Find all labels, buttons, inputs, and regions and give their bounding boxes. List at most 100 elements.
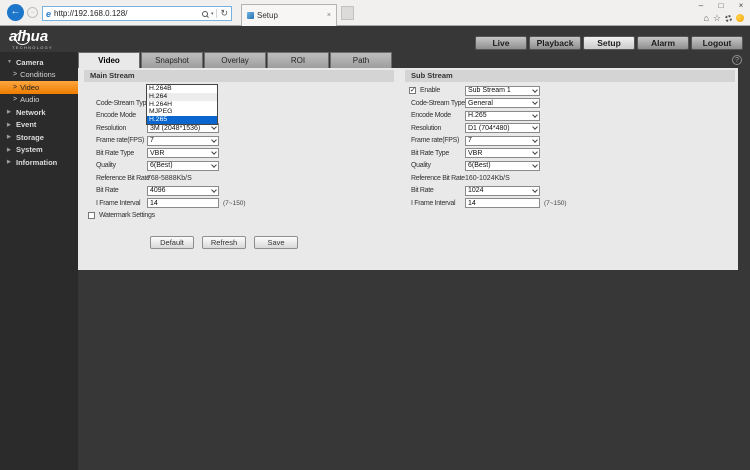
sub-stream-select[interactable]: Sub Stream 1 (465, 86, 540, 96)
watermark-row: Watermark Settings (84, 210, 394, 223)
nav-live-button[interactable]: Live (475, 36, 527, 50)
sidebar-item-label: Storage (16, 133, 44, 142)
home-icon[interactable]: ⌂ (703, 13, 708, 23)
sidebar-item-video[interactable]: > Video (0, 81, 78, 94)
i-frame-interval-input[interactable] (465, 198, 540, 208)
tab-snapshot[interactable]: Snapshot (141, 52, 203, 68)
field-label: Resolution (96, 125, 147, 132)
tab-overlay[interactable]: Overlay (204, 52, 266, 68)
search-icon[interactable] (202, 11, 208, 17)
sidebar-item-system[interactable]: ▶ System (0, 144, 78, 157)
quality-row: Quality 6(Best) (405, 160, 735, 173)
resolution-select[interactable]: D1 (704*480) (465, 123, 540, 133)
tab-roi[interactable]: ROI (267, 52, 329, 68)
sidebar-item-label: System (16, 145, 43, 154)
sidebar-item-storage[interactable]: ▶ Storage (0, 131, 78, 144)
select-value: VBR (150, 150, 164, 157)
top-nav: Live Playback Setup Alarm Logout (473, 36, 743, 50)
select-value: 4096 (150, 187, 166, 194)
sidebar-item-audio[interactable]: > Audio (0, 94, 78, 107)
divider (216, 9, 217, 18)
quality-select[interactable]: 6(Best) (147, 161, 219, 171)
chevron-down-icon (532, 87, 538, 93)
sidebar-item-label: Network (16, 108, 46, 117)
new-tab-button[interactable] (341, 6, 354, 20)
forward-button[interactable]: → (27, 7, 38, 18)
page-body: ▼ Camera > Conditions > Video > Audio ▶ (0, 52, 750, 470)
browser-tab-setup[interactable]: Setup × (241, 4, 337, 26)
tab-video[interactable]: Video (78, 52, 140, 68)
maximize-button[interactable]: □ (717, 1, 725, 10)
encode-mode-row: Encode Mode H.265 (405, 110, 735, 123)
save-button[interactable]: Save (254, 236, 298, 249)
sidebar-item-event[interactable]: ▶ Event (0, 119, 78, 132)
quality-select[interactable]: 6(Best) (465, 161, 540, 171)
listbox-option[interactable]: H.264B (147, 85, 217, 93)
url-text[interactable]: http://192.168.0.128/ (54, 9, 202, 18)
listbox-option[interactable]: H.264H (147, 101, 217, 109)
reference-bit-rate-value: 768-5888Kb/S (147, 175, 192, 182)
field-label: Code-Stream Type (96, 100, 147, 107)
bit-rate-select[interactable]: 1024 (465, 186, 540, 196)
quality-row: Quality 6(Best) (84, 160, 394, 173)
logo-subtext: TECHNOLOGY (12, 45, 53, 50)
chevron-collapsed-icon: ▶ (7, 134, 13, 140)
chevron-collapsed-icon: ▶ (7, 159, 13, 165)
i-frame-interval-input[interactable] (147, 198, 219, 208)
bit-rate-type-select[interactable]: VBR (147, 148, 219, 158)
section-title: Sub Stream (405, 70, 735, 82)
chevron-expanded-icon: ▼ (7, 59, 13, 65)
reference-bit-rate-row: Reference Bit Rate 768-5888Kb/S (84, 172, 394, 185)
field-label: Resolution (411, 125, 465, 132)
sidebar-item-camera[interactable]: ▼ Camera (0, 56, 78, 69)
enable-checkbox[interactable]: ✓ (409, 87, 416, 94)
listbox-option[interactable]: MJPEG (147, 108, 217, 116)
default-button[interactable]: Default (150, 236, 194, 249)
bit-rate-select[interactable]: 4096 (147, 186, 219, 196)
code-stream-type-select[interactable]: General (465, 98, 540, 108)
nav-logout-button[interactable]: Logout (691, 36, 743, 50)
back-button[interactable]: ← (7, 4, 24, 21)
minimize-button[interactable]: – (697, 1, 705, 10)
field-label: Reference Bit Rate (411, 175, 465, 182)
encode-mode-select[interactable]: H.265 (465, 111, 540, 121)
sidebar-item-conditions[interactable]: > Conditions (0, 69, 78, 82)
field-label: Quality (411, 162, 465, 169)
nav-playback-button[interactable]: Playback (529, 36, 581, 50)
feedback-smiley-icon[interactable] (736, 14, 744, 22)
select-value: 7 (468, 137, 472, 144)
tab-favicon-icon (247, 12, 254, 19)
sidebar-item-network[interactable]: ▶ Network (0, 106, 78, 119)
child-prefix-icon: > (13, 84, 17, 91)
chevron-down-icon[interactable]: ▾ (211, 11, 214, 17)
close-tab-icon[interactable]: × (327, 12, 331, 19)
nav-alarm-button[interactable]: Alarm (637, 36, 689, 50)
sidebar-item-information[interactable]: ▶ Information (0, 156, 78, 169)
refresh-button[interactable]: Refresh (202, 236, 246, 249)
refresh-icon[interactable]: ↻ (220, 8, 228, 19)
gear-icon[interactable] (725, 15, 732, 22)
code-stream-type-listbox[interactable]: H.264B H.264 H.264H MJPEG H.265 (146, 84, 218, 125)
select-value: 1024 (468, 187, 484, 194)
nav-setup-button[interactable]: Setup (583, 36, 635, 50)
field-label: Frame rate(FPS) (411, 137, 465, 144)
chevron-down-icon (211, 187, 217, 193)
enable-row: ✓ Enable Sub Stream 1 (405, 85, 735, 98)
address-bar[interactable]: e http://192.168.0.128/ ▾ ↻ (42, 6, 232, 21)
code-stream-type-row: Code-Stream Type (84, 97, 394, 110)
chevron-down-icon (211, 137, 217, 143)
close-button[interactable]: × (737, 1, 745, 10)
sidebar-item-label: Event (16, 120, 36, 129)
favorites-star-icon[interactable]: ☆ (713, 13, 721, 23)
select-value: VBR (468, 150, 482, 157)
tab-path[interactable]: Path (330, 52, 392, 68)
listbox-option[interactable]: H.264 (147, 93, 217, 101)
watermark-checkbox[interactable] (88, 212, 95, 219)
listbox-option-selected[interactable]: H.265 (147, 116, 217, 124)
frame-rate-select[interactable]: 7 (147, 136, 219, 146)
browser-window: ← → e http://192.168.0.128/ ▾ ↻ Setup × … (0, 0, 750, 470)
bit-rate-type-select[interactable]: VBR (465, 148, 540, 158)
chevron-down-icon (532, 149, 538, 155)
frame-rate-select[interactable]: 7 (465, 136, 540, 146)
help-icon[interactable]: ? (732, 55, 742, 65)
